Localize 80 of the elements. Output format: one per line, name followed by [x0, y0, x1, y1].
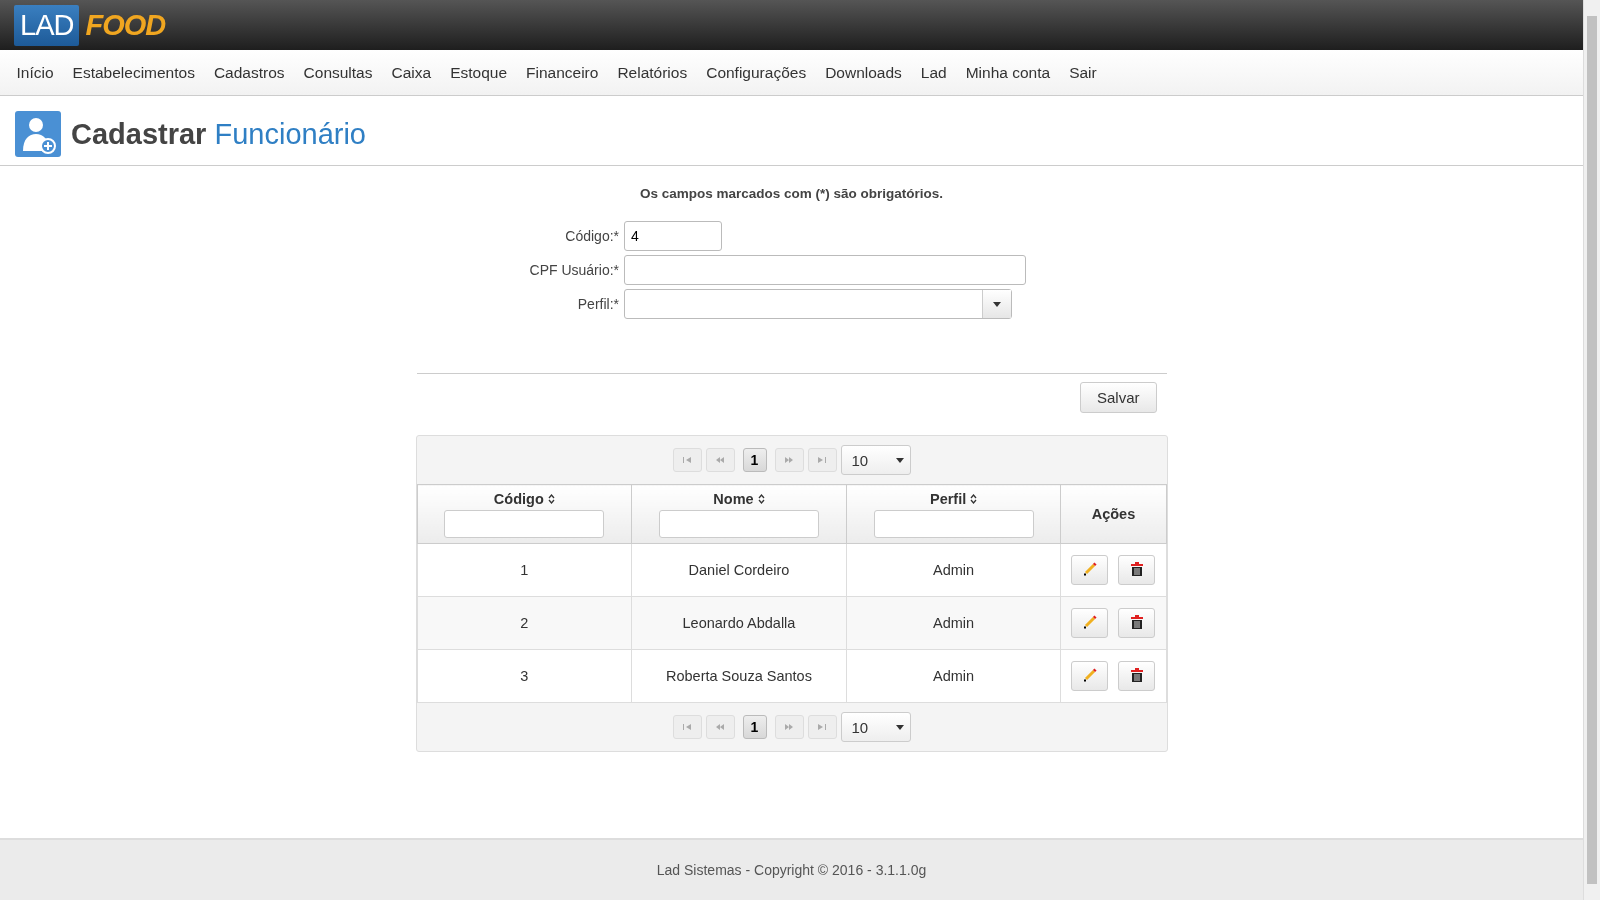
- nav-link[interactable]: Financeiro: [516, 63, 608, 82]
- last-page-button[interactable]: [807, 715, 837, 739]
- nav-link[interactable]: Estoque: [440, 63, 517, 82]
- rows-per-page-select[interactable]: 10: [840, 445, 911, 475]
- page-number-button[interactable]: 1: [742, 448, 767, 472]
- pencil-icon: [1082, 667, 1097, 682]
- column-header: Ações: [1091, 506, 1136, 522]
- delete-button[interactable]: [1118, 608, 1156, 638]
- previous-page-button[interactable]: [705, 715, 735, 739]
- next-page-button[interactable]: [774, 715, 804, 739]
- previous-page-icon: [715, 457, 725, 463]
- delete-button[interactable]: [1118, 661, 1156, 691]
- pencil-icon: [1082, 614, 1097, 629]
- nav-link[interactable]: Relatórios: [607, 63, 697, 82]
- nav-link[interactable]: Início: [7, 63, 64, 82]
- field-label: CPF Usuário:*: [528, 262, 619, 278]
- edit-button[interactable]: [1071, 555, 1109, 585]
- field-label: Perfil:*: [576, 296, 619, 312]
- first-page-button[interactable]: [672, 715, 702, 739]
- required-fields-notice: Os campos marcados com (*) são obrigatórios.: [639, 186, 944, 201]
- column-header[interactable]: Nome: [713, 490, 765, 507]
- trash-icon: [1130, 614, 1143, 629]
- caret-icon: [993, 301, 1001, 307]
- column-header[interactable]: Código: [493, 490, 555, 507]
- trash-icon: [1130, 561, 1143, 576]
- logo: LAD FOOD: [14, 4, 166, 46]
- table-cell: 3: [417, 649, 632, 703]
- table-cell: Admin: [846, 596, 1061, 650]
- delete-button[interactable]: [1118, 555, 1156, 585]
- table-cell: 1: [417, 543, 632, 597]
- nav-link[interactable]: Cadastros: [204, 63, 295, 82]
- input-field[interactable]: [624, 255, 1026, 285]
- table-cell: Roberta Souza Santos: [631, 649, 847, 703]
- rows-per-page-select[interactable]: 10: [840, 712, 911, 742]
- column-header[interactable]: Perfil: [929, 490, 978, 507]
- sort-icon: [970, 493, 978, 504]
- previous-page-button[interactable]: [705, 448, 735, 472]
- last-page-icon: [817, 724, 827, 730]
- field-label: Código:*: [564, 228, 619, 244]
- table-cell: Leonardo Abdalla: [631, 596, 847, 650]
- table-cell: Admin: [846, 649, 1061, 703]
- first-page-icon: [682, 724, 692, 730]
- edit-button[interactable]: [1071, 608, 1109, 638]
- page-number-button[interactable]: 1: [742, 715, 767, 739]
- next-page-icon: [784, 457, 794, 463]
- filter-field[interactable]: [873, 509, 1034, 538]
- next-page-icon: [784, 724, 794, 730]
- nav-link[interactable]: Consultas: [294, 63, 382, 82]
- previous-page-icon: [715, 724, 725, 730]
- caret-icon: [895, 457, 904, 463]
- save-button[interactable]: Salvar: [1079, 382, 1157, 413]
- nav-link[interactable]: Lad: [911, 63, 957, 82]
- table-cell: Daniel Cordeiro: [631, 543, 847, 597]
- next-page-button[interactable]: [774, 448, 804, 472]
- user-add-icon: [15, 111, 61, 157]
- nav-link[interactable]: Downloads: [815, 63, 912, 82]
- pencil-icon: [1082, 561, 1097, 576]
- nav-link[interactable]: Caixa: [382, 63, 441, 82]
- table-cell: Admin: [846, 543, 1061, 597]
- filter-field[interactable]: [444, 509, 605, 538]
- nav-link[interactable]: Minha conta: [956, 63, 1060, 82]
- sort-icon: [547, 493, 555, 504]
- edit-button[interactable]: [1071, 661, 1109, 691]
- trash-icon: [1130, 667, 1143, 682]
- nav-link[interactable]: Estabelecimentos: [63, 63, 205, 82]
- last-page-icon: [817, 457, 827, 463]
- first-page-icon: [682, 457, 692, 463]
- select-field[interactable]: [624, 289, 1012, 319]
- filter-field[interactable]: [658, 509, 819, 538]
- input-field[interactable]: 4: [624, 221, 722, 251]
- last-page-button[interactable]: [807, 448, 837, 472]
- first-page-button[interactable]: [672, 448, 702, 472]
- nav-link[interactable]: Sair: [1059, 63, 1107, 82]
- footer-text: Lad Sistemas - Copyright © 2016 - 3.1.1.0g: [656, 862, 927, 878]
- page-title: Cadastrar Funcionário: [71, 117, 366, 151]
- scrollbar[interactable]: [1583, 0, 1600, 900]
- caret-icon: [895, 724, 904, 730]
- nav-link[interactable]: Configurações: [696, 63, 816, 82]
- sort-icon: [757, 493, 765, 504]
- table-cell: 2: [417, 596, 632, 650]
